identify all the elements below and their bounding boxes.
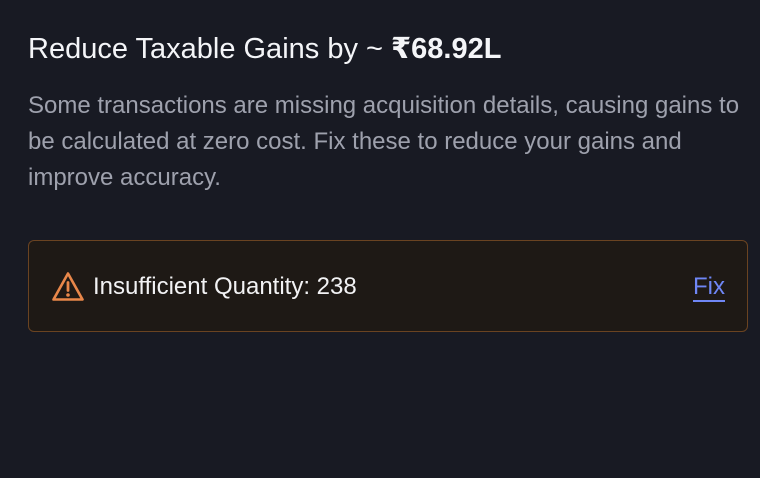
fix-link[interactable]: Fix <box>693 271 725 303</box>
warning-triangle-icon <box>51 271 85 303</box>
insufficient-quantity-alert: Insufficient Quantity: 238 Fix <box>28 240 748 332</box>
card-title: Reduce Taxable Gains by ~ ₹68.92L <box>28 30 501 68</box>
taxable-gains-card: Reduce Taxable Gains by ~ ₹68.92L Some t… <box>0 0 760 478</box>
title-prefix: Reduce Taxable Gains by ~ <box>28 33 391 65</box>
title-amount: ₹68.92L <box>391 33 502 65</box>
card-description: Some transactions are missing acquisitio… <box>28 92 740 191</box>
alert-label: Insufficient Quantity: 238 <box>93 273 357 300</box>
